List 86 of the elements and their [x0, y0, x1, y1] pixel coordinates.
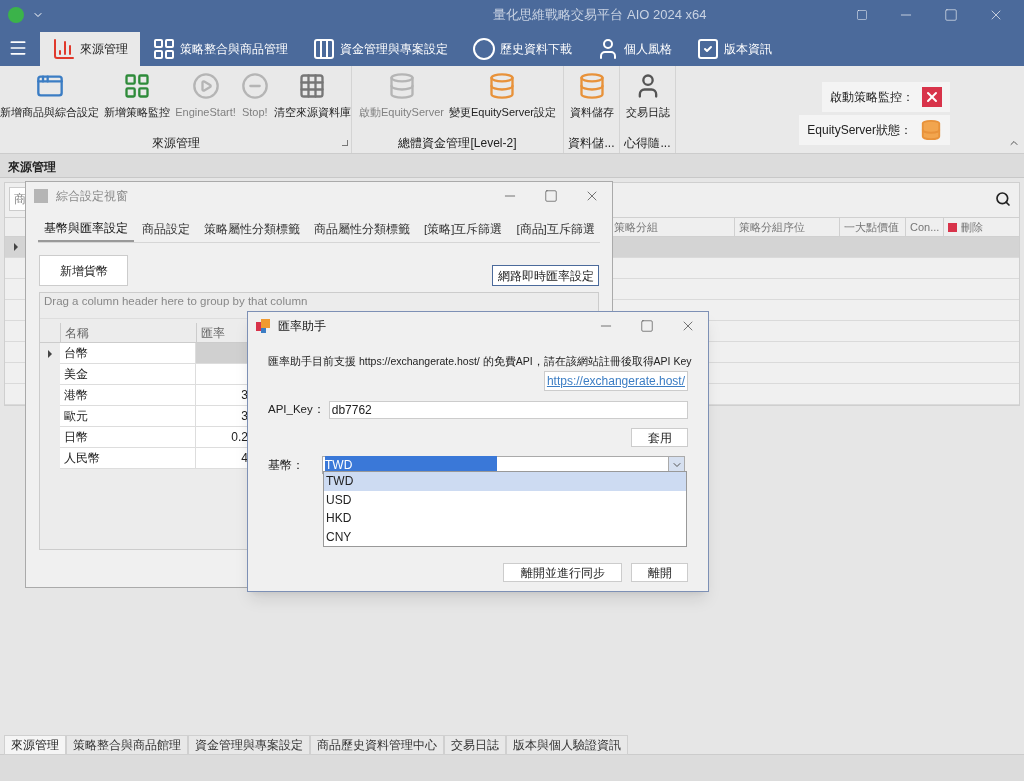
window-title: 綜合設定視窗 — [56, 188, 129, 205]
settings-tab[interactable]: 商品設定 — [136, 218, 196, 242]
table-cell: 3 — [196, 385, 248, 406]
ribbon-button[interactable]: 新增商品與綜合設定 — [0, 72, 101, 133]
bottom-tab[interactable]: 版本與個人驗證資訊 — [506, 735, 628, 755]
settings-tab[interactable]: [商品]互斥篩選 — [510, 218, 601, 242]
table-cell: 人民幣 — [60, 448, 196, 469]
maximize-icon[interactable] — [544, 189, 558, 203]
columns-icon — [312, 37, 336, 61]
table-cell: 4 — [196, 448, 248, 469]
app-logo-icon — [8, 7, 24, 23]
settings-tab[interactable]: 基幣與匯率設定 — [38, 218, 134, 242]
search-icon[interactable] — [995, 191, 1011, 207]
group-label: 來源管理 — [151, 135, 200, 152]
group-hint: Drag a column header here to group by that column — [44, 294, 308, 308]
checkbox-icon — [696, 37, 720, 61]
table-cell: 美金 — [60, 364, 196, 385]
column-header[interactable]: Con... — [905, 218, 943, 236]
play-icon — [191, 72, 220, 100]
ribbon-button[interactable]: 清空來源資料庫 — [272, 72, 352, 133]
settings-tab[interactable]: 策略屬性分類標籤 — [198, 218, 306, 242]
bottom-tab[interactable]: 交易日誌 — [444, 735, 506, 755]
delete-icon — [948, 222, 957, 232]
database-icon — [387, 72, 416, 100]
dialog-launcher-icon[interactable] — [342, 140, 348, 146]
row-pointer-icon — [14, 243, 18, 251]
database-icon — [577, 72, 606, 100]
group-label: 心得隨... — [624, 135, 671, 152]
table-cell: 0.2 — [196, 427, 248, 448]
window-title: 匯率助手 — [278, 318, 327, 335]
column-header[interactable]: 刪除 — [943, 218, 1019, 236]
add-currency-button[interactable]: 新增貨幣 — [39, 255, 128, 286]
maximize-icon[interactable] — [640, 319, 654, 333]
restore-icon[interactable] — [856, 9, 868, 21]
live-rate-button[interactable]: 網路即時匯率設定 — [492, 265, 599, 286]
api-key-label: API_Key： — [268, 402, 326, 418]
table-cell: 3 — [196, 406, 248, 427]
grid-icon — [298, 72, 327, 100]
ribbon-button[interactable]: 交易日誌 — [624, 72, 671, 133]
bottom-tab[interactable]: 來源管理 — [4, 735, 66, 755]
settings-tab[interactable]: [策略]互斥篩選 — [418, 218, 509, 242]
group-label: 總體資金管理[Level-2] — [398, 135, 517, 152]
ribbon-button[interactable]: 新增策略監控 — [103, 72, 172, 133]
column-header[interactable]: 名稱 — [60, 323, 196, 342]
description-text: 匯率助手目前支援 https://exchangerate.host/ 的免費API，請在該網站註冊後取得API Key — [268, 354, 692, 368]
table-cell: 歐元 — [60, 406, 196, 427]
dropdown-option[interactable]: TWD — [324, 472, 686, 491]
bar-chart-icon — [52, 37, 76, 61]
search-text: 商 — [14, 191, 26, 208]
ribbon-button[interactable]: 變更EquityServer設定 — [448, 72, 557, 133]
column-header[interactable]: 一大點價值 — [839, 218, 905, 236]
column-header[interactable]: 策略分組序位 — [734, 218, 839, 236]
status-label: EquityServer狀態： — [807, 122, 912, 139]
ribbon-tab[interactable]: 歷史資料下載 — [460, 32, 584, 66]
table-cell: 港幣 — [60, 385, 196, 406]
row-pointer-icon — [48, 349, 52, 358]
app-logo-icon — [256, 319, 270, 333]
grid-icon — [152, 37, 176, 61]
api-key-field[interactable]: db7762 — [328, 401, 688, 419]
bottom-tab[interactable]: 商品歷史資料管理中心 — [310, 735, 444, 755]
window-title: 量化思維戰略交易平台 AIO 2024 x64 — [492, 6, 707, 25]
dialog-button[interactable]: 離開並進行同步 — [503, 563, 622, 582]
base-currency-label: 基幣： — [268, 457, 305, 474]
menu-icon[interactable] — [8, 38, 28, 58]
bottom-tab[interactable]: 策略整合與商品館理 — [66, 735, 188, 755]
ribbon-tab[interactable]: 版本資訊 — [684, 32, 784, 66]
ribbon-tab[interactable]: 資金管理與專案設定 — [300, 32, 460, 66]
table-cell: 日幣 — [60, 427, 196, 448]
group-label: 資料儲... — [568, 135, 615, 152]
dialog-button[interactable]: 離開 — [631, 563, 688, 582]
ribbon-button[interactable]: 資料儲存 — [568, 72, 615, 133]
ribbon-tab[interactable]: 來源管理 — [40, 32, 140, 66]
ribbon-tab[interactable]: 個人風格 — [584, 32, 684, 66]
stop-icon — [240, 72, 269, 100]
apply-button[interactable]: 套用 — [631, 428, 688, 447]
app-logo-icon — [34, 189, 48, 203]
website-link[interactable]: https://exchangerate.host/ — [543, 371, 688, 391]
settings-tab[interactable]: 商品屬性分類標籤 — [308, 218, 416, 242]
ribbon-tab[interactable]: 策略整合與商品管理 — [140, 32, 300, 66]
database-icon — [488, 72, 517, 100]
bottom-tab[interactable]: 資金管理與專案設定 — [188, 735, 310, 755]
grid-icon — [123, 72, 152, 100]
status-label: 啟動策略監控： — [830, 89, 914, 106]
table-cell: 台幣 — [60, 343, 196, 364]
section-title: 來源管理 — [8, 158, 56, 176]
circle-icon — [472, 37, 496, 61]
